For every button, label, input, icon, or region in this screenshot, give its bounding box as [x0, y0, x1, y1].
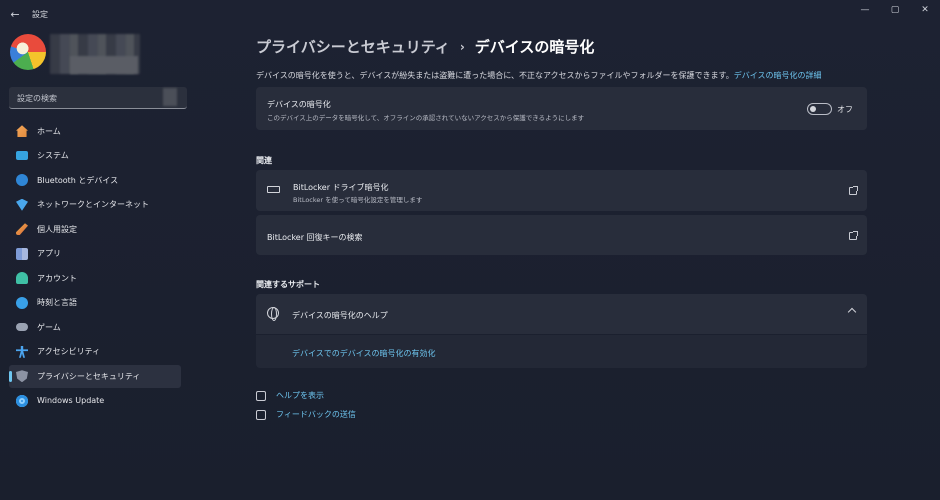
- sidebar-item-windows-update[interactable]: Windows Update: [9, 390, 181, 413]
- bitlocker-title: BitLocker ドライブ暗号化: [293, 183, 389, 192]
- related-heading: 関連: [256, 156, 272, 165]
- sidebar-item-apps[interactable]: アプリ: [9, 243, 181, 266]
- external-link-icon: [849, 231, 858, 240]
- send-feedback-label: フィードバックの送信: [276, 410, 356, 419]
- sidebar-nav: ホーム システム Bluetooth とデバイス ネットワークとインターネット …: [9, 120, 181, 414]
- home-icon: [16, 125, 28, 138]
- description-text: デバイスの暗号化を使うと、デバイスが紛失または盗難に遭った場合に、不正なアクセス…: [256, 71, 734, 80]
- monitor-icon: [16, 151, 28, 161]
- help-chat-icon: [256, 390, 266, 401]
- update-icon: [16, 394, 28, 407]
- apps-icon: [16, 247, 28, 260]
- accessibility-icon: [16, 345, 28, 358]
- sidebar-item-label: プライバシーとセキュリティ: [37, 371, 141, 381]
- feedback-icon: [256, 409, 266, 420]
- sidebar-item-personalization[interactable]: 個人用設定: [9, 218, 181, 241]
- page-description: デバイスの暗号化を使うと、デバイスが紛失または盗難に遭った場合に、不正なアクセス…: [256, 70, 822, 81]
- sidebar-item-gaming[interactable]: ゲーム: [9, 316, 181, 339]
- avatar[interactable]: [10, 34, 46, 70]
- device-encryption-card: デバイスの暗号化 このデバイス上のデータを暗号化して、オフラインの承認されていな…: [256, 87, 867, 130]
- sidebar: 設定の検索 ホーム システム Bluetooth とデバイス ネットワークとイン…: [0, 28, 190, 500]
- globe-icon: [267, 307, 279, 321]
- help-title: デバイスの暗号化のヘルプ: [292, 311, 388, 320]
- help-section-body: デバイスでのデバイスの暗号化の有効化: [256, 335, 867, 368]
- search-placeholder: 設定の検索: [17, 94, 57, 103]
- app-title: 設定: [32, 10, 48, 19]
- search-icon[interactable]: [163, 88, 177, 106]
- account-icon: [16, 272, 28, 285]
- breadcrumb-parent[interactable]: プライバシーとセキュリティ: [256, 36, 450, 57]
- maximize-button[interactable]: ▢: [880, 0, 910, 20]
- sidebar-item-label: アクセシビリティ: [37, 347, 101, 357]
- external-link-icon: [849, 186, 858, 195]
- sidebar-item-label: 個人用設定: [37, 224, 77, 234]
- sidebar-item-accessibility[interactable]: アクセシビリティ: [9, 341, 181, 364]
- get-help-label: ヘルプを表示: [276, 391, 324, 400]
- sidebar-item-accounts[interactable]: アカウント: [9, 267, 181, 290]
- brush-icon: [16, 223, 28, 236]
- sidebar-item-label: システム: [37, 151, 69, 161]
- sidebar-item-label: アカウント: [37, 273, 77, 283]
- page-title: デバイスの暗号化: [474, 38, 595, 56]
- chevron-up-icon[interactable]: [847, 307, 857, 317]
- sidebar-item-system[interactable]: システム: [9, 145, 181, 168]
- close-button[interactable]: ✕: [910, 0, 940, 20]
- support-heading: 関連するサポート: [256, 280, 320, 289]
- title-bar: ← 設定 — ▢ ✕: [0, 0, 940, 30]
- enable-encryption-link[interactable]: デバイスでのデバイスの暗号化の有効化: [292, 348, 436, 359]
- search-input[interactable]: 設定の検索: [9, 87, 187, 109]
- breadcrumb: プライバシーとセキュリティ › デバイスの暗号化: [256, 36, 594, 57]
- window-controls: — ▢ ✕: [850, 0, 940, 20]
- wifi-icon: [16, 198, 28, 211]
- shield-icon: [16, 370, 28, 383]
- bluetooth-icon: [16, 174, 28, 187]
- device-encryption-toggle[interactable]: [807, 103, 832, 115]
- recovery-key-card[interactable]: BitLocker 回復キーの検索: [256, 215, 867, 255]
- drive-lock-icon: [267, 186, 280, 193]
- recovery-key-title: BitLocker 回復キーの検索: [267, 233, 363, 242]
- get-help-link[interactable]: ヘルプを表示: [256, 390, 324, 401]
- device-encryption-title: デバイスの暗号化: [267, 100, 331, 109]
- sidebar-item-privacy-security[interactable]: プライバシーとセキュリティ: [9, 365, 181, 388]
- send-feedback-link[interactable]: フィードバックの送信: [256, 409, 356, 420]
- bitlocker-card[interactable]: BitLocker ドライブ暗号化 BitLocker を使って暗号化設定を管理…: [256, 170, 867, 211]
- bitlocker-subtitle: BitLocker を使って暗号化設定を管理します: [293, 196, 423, 204]
- device-encryption-subtitle: このデバイス上のデータを暗号化して、オフラインの承認されていないアクセスから保護…: [267, 114, 585, 122]
- sidebar-item-label: Windows Update: [37, 396, 105, 406]
- breadcrumb-separator-icon: ›: [459, 39, 465, 54]
- sidebar-item-label: Bluetooth とデバイス: [37, 175, 119, 185]
- user-email-redacted: [70, 56, 138, 74]
- sidebar-item-label: アプリ: [37, 249, 61, 259]
- minimize-button[interactable]: —: [850, 0, 880, 20]
- sidebar-item-time-language[interactable]: 時刻と言語: [9, 292, 181, 315]
- sidebar-item-bluetooth[interactable]: Bluetooth とデバイス: [9, 169, 181, 192]
- learn-more-link[interactable]: デバイスの暗号化の詳細: [734, 71, 822, 80]
- sidebar-item-label: ゲーム: [37, 322, 61, 332]
- toggle-state-label: オフ: [837, 105, 853, 114]
- sidebar-item-label: ホーム: [37, 126, 61, 136]
- settings-window: ← 設定 — ▢ ✕ 設定の検索 ホーム システム Bluetooth とデバイ…: [0, 0, 940, 500]
- gamepad-icon: [16, 323, 28, 332]
- sidebar-item-label: 時刻と言語: [37, 298, 77, 308]
- sidebar-item-home[interactable]: ホーム: [9, 120, 181, 143]
- help-section-header[interactable]: デバイスの暗号化のヘルプ: [256, 294, 867, 334]
- sidebar-item-label: ネットワークとインターネット: [37, 200, 149, 210]
- sidebar-item-network[interactable]: ネットワークとインターネット: [9, 194, 181, 217]
- globe-clock-icon: [16, 296, 28, 309]
- back-button[interactable]: ←: [8, 8, 22, 22]
